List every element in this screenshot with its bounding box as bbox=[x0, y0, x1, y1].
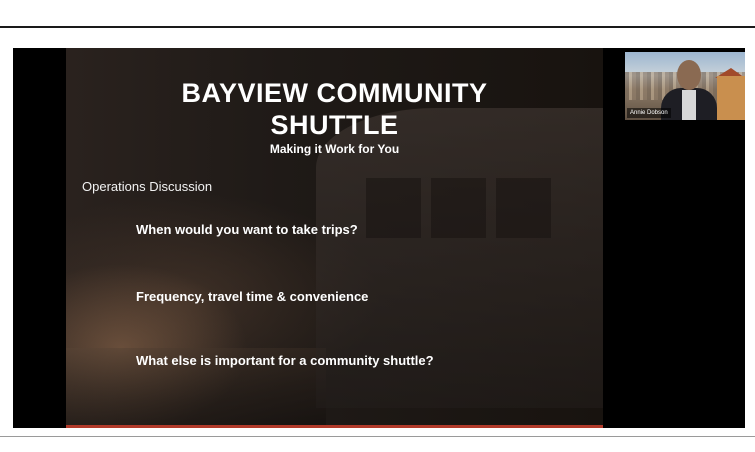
bus-window bbox=[366, 178, 421, 238]
slide-subtitle: Making it Work for You bbox=[269, 142, 400, 156]
section-heading: Operations Discussion bbox=[82, 179, 213, 194]
bus-window bbox=[431, 178, 486, 238]
slide-title-line-1: BAYVIEW COMMUNITY bbox=[181, 78, 488, 108]
participant-name-tag: Annie Dobson bbox=[627, 108, 671, 118]
slide-bullet: What else is important for a community s… bbox=[136, 353, 434, 368]
bus-window bbox=[496, 178, 551, 238]
participant-video-tile[interactable]: Annie Dobson bbox=[625, 52, 745, 120]
slide-bullet: When would you want to take trips? bbox=[136, 222, 358, 237]
video-background-house bbox=[717, 76, 745, 120]
participant-head bbox=[677, 60, 701, 90]
top-divider bbox=[0, 26, 755, 28]
slide-accent-bar bbox=[66, 425, 603, 428]
participant-shirt bbox=[682, 90, 696, 120]
slide-title-line-2: SHUTTLE bbox=[270, 110, 399, 140]
bottom-divider bbox=[0, 436, 755, 437]
slide-bullet: Frequency, travel time & convenience bbox=[136, 289, 369, 304]
shared-slide: BAYVIEW COMMUNITY SHUTTLE Making it Work… bbox=[66, 48, 603, 428]
meeting-view: BAYVIEW COMMUNITY SHUTTLE Making it Work… bbox=[13, 48, 745, 428]
